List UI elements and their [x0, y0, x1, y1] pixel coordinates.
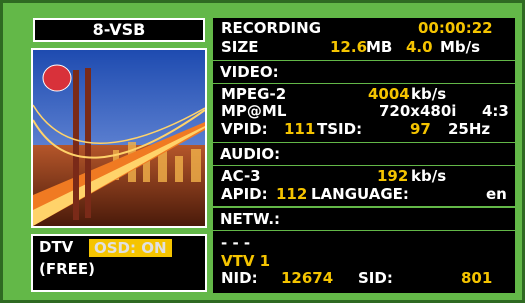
video-framerate: 25Hz — [448, 120, 491, 138]
bridge-preview-image — [33, 50, 205, 226]
apid-label: APID: — [221, 185, 268, 203]
dtv-label: DTV — [39, 238, 74, 256]
recording-panel: RECORDING 00:00:22 SIZE 12.6 MB 4.0 Mb/s — [213, 18, 515, 60]
access-label: (FREE) — [39, 260, 96, 278]
standard-label: 8-VSB — [92, 20, 146, 39]
video-aspect: 4:3 — [482, 102, 509, 120]
sid-value: 801 — [461, 269, 493, 287]
vpid-label: VPID: — [221, 120, 268, 138]
mode-box: DTV OSD: ON (FREE) — [31, 234, 207, 292]
video-bitrate-unit: kb/s — [411, 85, 447, 103]
video-bitrate: 4004 — [368, 85, 410, 103]
recording-time: 00:00:22 — [418, 19, 493, 37]
audio-header-label: AUDIO: — [220, 145, 281, 163]
rate-value: 4.0 — [406, 38, 433, 56]
service-name: VTV 1 — [221, 252, 271, 270]
video-info-panel: MPEG-2 4004 kb/s MP@ML 720x480i 4:3 VPID… — [213, 84, 515, 142]
audio-bitrate: 192 — [377, 167, 409, 185]
video-thumbnail — [31, 48, 207, 228]
network-info-panel: - - - VTV 1 NID: 12674 SID: 801 — [213, 231, 515, 293]
size-unit: MB — [366, 38, 393, 56]
tsid-value: 97 — [410, 120, 431, 138]
apid-value: 112 — [276, 185, 308, 203]
osd-screen: 8-VSB DTV OSD: ON (FREE) RECORDING 00:00… — [0, 0, 525, 303]
size-label: SIZE — [221, 38, 259, 56]
vpid-value: 111 — [284, 120, 316, 138]
video-header: VIDEO: — [213, 61, 515, 83]
tsid-label: TSID: — [317, 120, 363, 138]
nid-label: NID: — [221, 269, 258, 287]
network-name: - - - — [221, 234, 251, 252]
size-value: 12.6 — [330, 38, 368, 56]
video-codec: MPEG-2 — [221, 85, 287, 103]
recording-label: RECORDING — [221, 19, 322, 37]
language-label: LANGUAGE: — [311, 185, 409, 203]
video-header-label: VIDEO: — [220, 63, 279, 81]
network-header-label: NETW.: — [220, 210, 281, 228]
audio-bitrate-unit: kb/s — [411, 167, 447, 185]
sid-label: SID: — [358, 269, 393, 287]
video-resolution: 720x480i — [379, 102, 457, 120]
network-header: NETW.: — [213, 208, 515, 230]
nid-value: 12674 — [281, 269, 334, 287]
standard-box: 8-VSB — [33, 18, 205, 42]
language-value: en — [486, 185, 507, 203]
audio-header: AUDIO: — [213, 143, 515, 165]
audio-codec: AC-3 — [221, 167, 261, 185]
video-profile: MP@ML — [221, 102, 287, 120]
rate-unit: Mb/s — [440, 38, 481, 56]
audio-info-panel: AC-3 192 kb/s APID: 112 LANGUAGE: en — [213, 166, 515, 206]
osd-status-badge[interactable]: OSD: ON — [89, 239, 172, 257]
